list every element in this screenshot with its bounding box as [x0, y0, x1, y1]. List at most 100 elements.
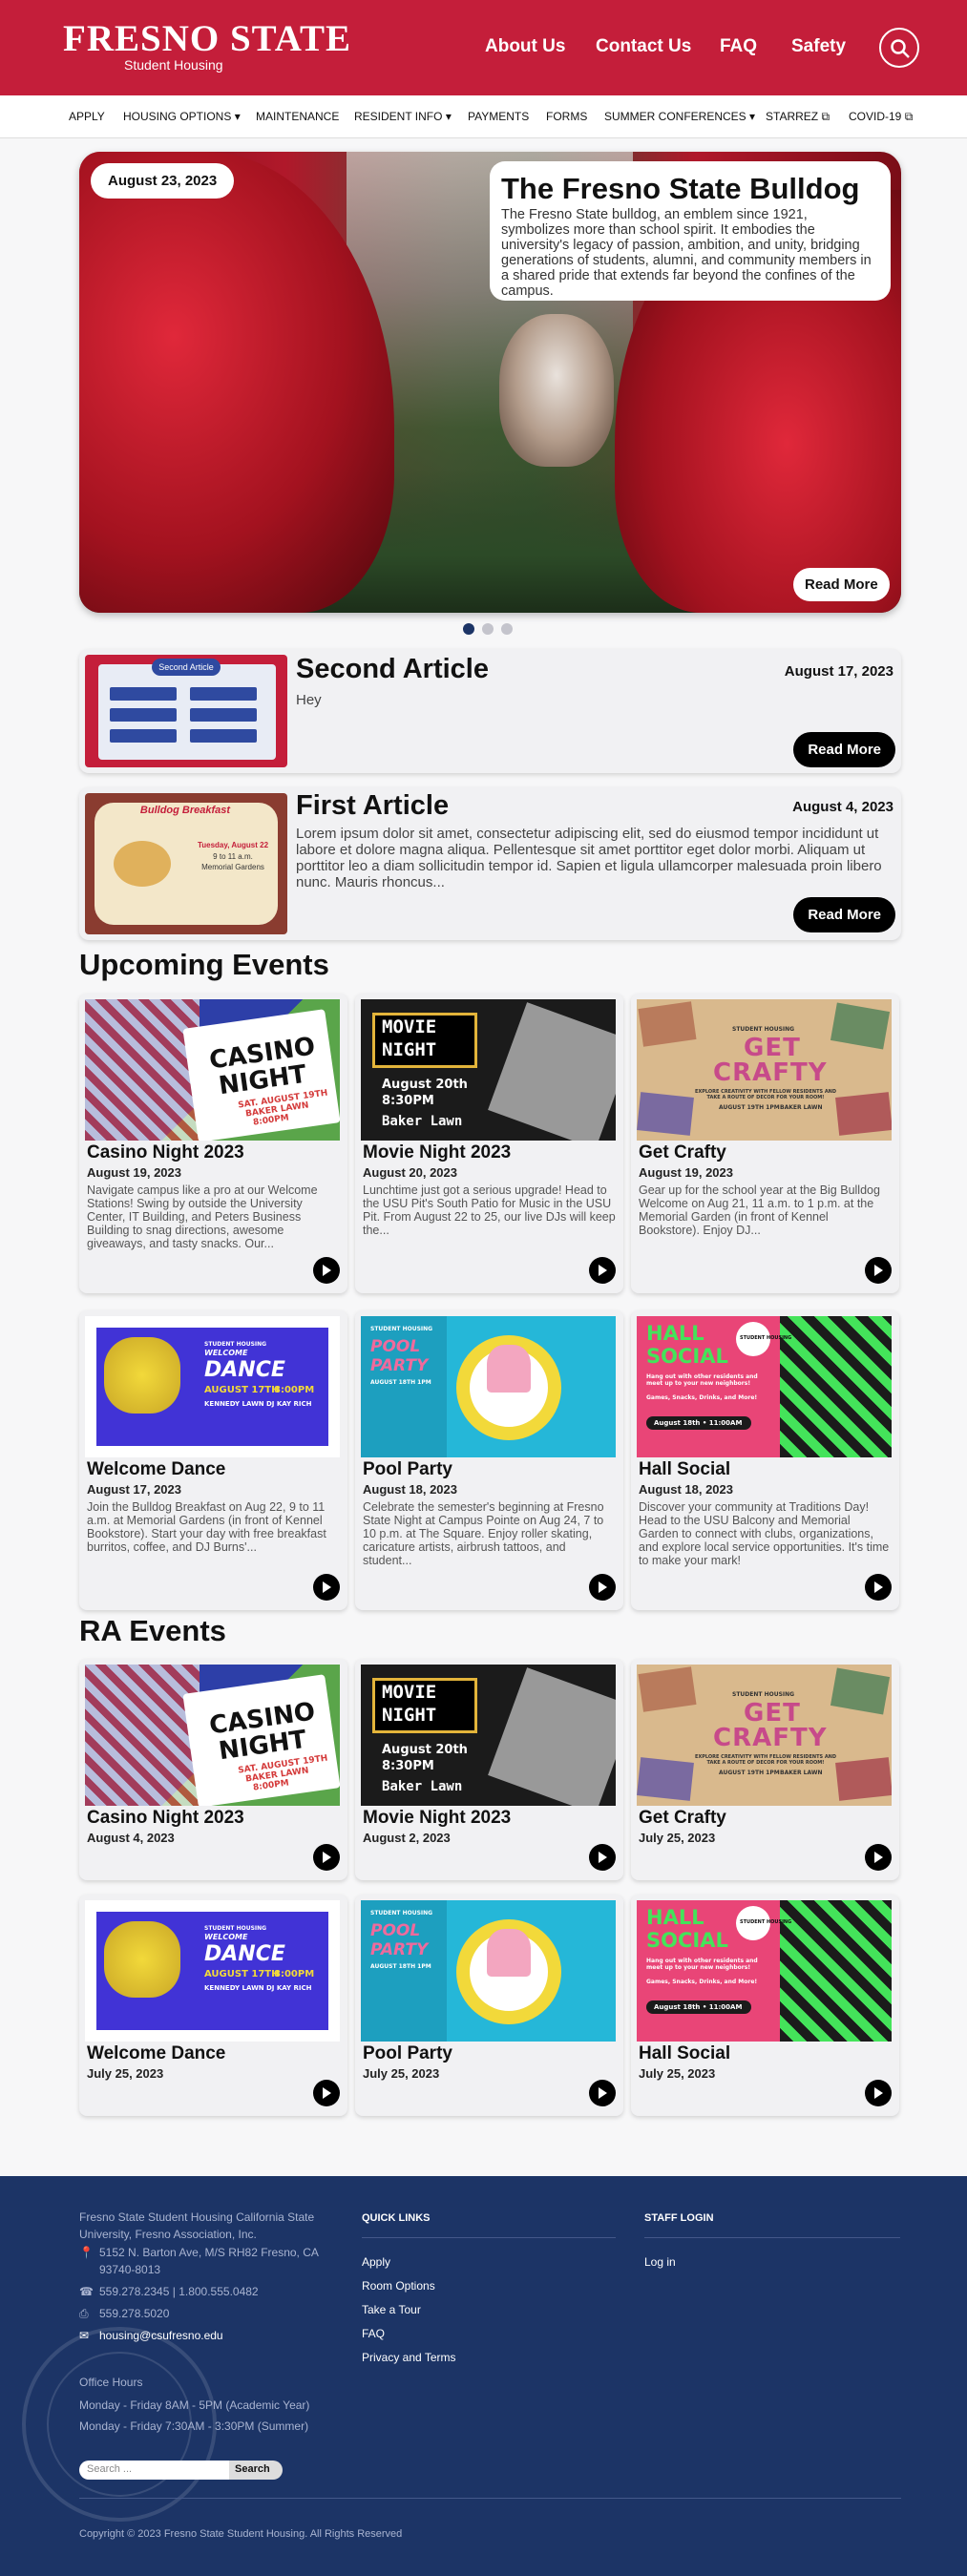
- poster-text: POOL: [370, 1921, 421, 1940]
- event-title[interactable]: Casino Night 2023: [87, 1808, 244, 1829]
- event-card[interactable]: CASINO NIGHT SAT. AUGUST 19TH BAKER LAWN…: [79, 1659, 347, 1880]
- search-button[interactable]: [879, 28, 919, 68]
- poster-text: DJ KAY RICH: [266, 1400, 312, 1408]
- nav-about-us[interactable]: About Us: [485, 36, 565, 57]
- event-title[interactable]: Casino Night 2023: [87, 1142, 244, 1163]
- footer-link-faq[interactable]: FAQ: [362, 2327, 385, 2340]
- footer-search-input[interactable]: Search ...: [79, 2461, 234, 2480]
- article-title[interactable]: First Article: [296, 790, 449, 822]
- event-title[interactable]: Movie Night 2023: [363, 1808, 511, 1829]
- event-title[interactable]: Hall Social: [639, 2043, 730, 2064]
- carousel-dot[interactable]: [501, 623, 513, 635]
- logo-wordmark[interactable]: FRESNO STATE: [63, 17, 351, 60]
- nav-contact-us[interactable]: Contact Us: [596, 36, 691, 57]
- event-card[interactable]: MOVIE NIGHT August 20th 8:30PM Baker Law…: [355, 994, 623, 1293]
- event-card[interactable]: MOVIE NIGHT August 20th 8:30PM Baker Law…: [355, 1659, 623, 1880]
- poster-text: SOCIAL: [646, 1345, 728, 1368]
- article-read-more-button[interactable]: Read More: [793, 897, 895, 932]
- event-open-button[interactable]: [865, 1574, 892, 1601]
- footer-link-take-a-tour[interactable]: Take a Tour: [362, 2303, 421, 2316]
- event-date: August 4, 2023: [87, 1831, 175, 1845]
- poster-text: BAKER LAWN: [780, 1104, 823, 1111]
- event-card[interactable]: STUDENT HOUSING GET CRAFTY EXPLORE CREAT…: [631, 1659, 899, 1880]
- subnav-starrez[interactable]: STARREZ ⧉: [766, 110, 830, 124]
- article-card[interactable]: Bulldog Breakfast Tuesday, August 22 9 t…: [79, 787, 901, 940]
- hero-title[interactable]: The Fresno State Bulldog: [501, 173, 879, 205]
- thumbnail-caption: Second Article: [152, 659, 221, 676]
- event-card[interactable]: STUDENT HOUSING WELCOME DANCE AUGUST 17T…: [79, 1310, 347, 1610]
- event-title[interactable]: Pool Party: [363, 2043, 452, 2064]
- arrow-right-icon: [874, 1265, 883, 1276]
- poster-text: CRAFTY: [713, 1058, 828, 1087]
- arrow-right-icon: [599, 1581, 607, 1593]
- nav-safety[interactable]: Safety: [791, 36, 846, 57]
- poster-text: HALL: [646, 1906, 704, 1929]
- footer-phone[interactable]: 559.278.2345 | 1.800.555.0482: [99, 2283, 259, 2300]
- event-open-button[interactable]: [589, 1844, 616, 1871]
- event-title[interactable]: Get Crafty: [639, 1808, 726, 1829]
- staff-login-link[interactable]: Log in: [644, 2255, 676, 2269]
- subnav-payments[interactable]: PAYMENTS: [468, 110, 529, 123]
- event-open-button[interactable]: [589, 1574, 616, 1601]
- arrow-right-icon: [323, 1581, 331, 1593]
- event-open-button[interactable]: [313, 1574, 340, 1601]
- hero-carousel[interactable]: August 23, 2023 The Fresno State Bulldog…: [79, 152, 901, 613]
- event-open-button[interactable]: [865, 1257, 892, 1284]
- carousel-dot-active[interactable]: [463, 623, 474, 635]
- event-card[interactable]: STUDENT HOUSING POOL PARTY AUGUST 18TH 1…: [355, 1895, 623, 2116]
- poster-text: STUDENT HOUSING: [732, 1691, 795, 1698]
- chevron-down-icon: ▾: [445, 110, 452, 123]
- poster-text: STUDENT HOUSING: [370, 1326, 433, 1332]
- thumbnail-caption: 9 to 11 a.m.: [213, 852, 253, 861]
- event-title[interactable]: Welcome Dance: [87, 2043, 225, 2064]
- poster-text: POOL: [370, 1337, 421, 1356]
- footer-link-privacy[interactable]: Privacy and Terms: [362, 2351, 455, 2364]
- arrow-right-icon: [323, 1265, 331, 1276]
- event-open-button[interactable]: [589, 2080, 616, 2106]
- subnav-covid[interactable]: COVID-19 ⧉: [849, 110, 913, 124]
- event-card[interactable]: STUDENT HOUSING POOL PARTY AUGUST 18TH 1…: [355, 1310, 623, 1610]
- event-title[interactable]: Pool Party: [363, 1459, 452, 1480]
- event-card[interactable]: HALL SOCIAL STUDENT HOUSING Hang out wit…: [631, 1310, 899, 1610]
- logo-subtitle[interactable]: Student Housing: [124, 57, 223, 73]
- footer-search-button[interactable]: Search: [229, 2461, 283, 2480]
- event-card[interactable]: HALL SOCIAL STUDENT HOUSING Hang out wit…: [631, 1895, 899, 2116]
- carousel-dot[interactable]: [482, 623, 494, 635]
- event-card[interactable]: STUDENT HOUSING GET CRAFTY EXPLORE CREAT…: [631, 994, 899, 1293]
- event-title[interactable]: Get Crafty: [639, 1142, 726, 1163]
- event-open-button[interactable]: [313, 1257, 340, 1284]
- subnav-housing-options[interactable]: HOUSING OPTIONS ▾: [123, 110, 241, 123]
- article-read-more-button[interactable]: Read More: [793, 732, 895, 767]
- footer-fax[interactable]: 559.278.5020: [99, 2305, 169, 2322]
- event-open-button[interactable]: [865, 1844, 892, 1871]
- event-open-button[interactable]: [313, 1844, 340, 1871]
- nav-faq[interactable]: FAQ: [720, 36, 757, 57]
- poster-text: PARTY: [370, 1356, 429, 1375]
- event-title[interactable]: Welcome Dance: [87, 1459, 225, 1480]
- article-card[interactable]: Second Article Second Article August 17,…: [79, 649, 901, 773]
- footer-link-apply[interactable]: Apply: [362, 2255, 390, 2269]
- event-title[interactable]: Movie Night 2023: [363, 1142, 511, 1163]
- footer-link-room-options[interactable]: Room Options: [362, 2279, 435, 2293]
- subnav-apply[interactable]: APPLY: [69, 110, 105, 123]
- event-open-button[interactable]: [589, 1257, 616, 1284]
- subnav-summer-conferences[interactable]: SUMMER CONFERENCES ▾: [604, 110, 755, 123]
- poster-text: AUGUST 19TH 1PM: [719, 1770, 780, 1776]
- subnav-maintenance[interactable]: MAINTENANCE: [256, 110, 339, 123]
- subnav-forms[interactable]: FORMS: [546, 110, 587, 123]
- event-title[interactable]: Hall Social: [639, 1459, 730, 1480]
- article-title[interactable]: Second Article: [296, 654, 489, 685]
- article-excerpt: Hey: [296, 692, 322, 708]
- hero-read-more-button[interactable]: Read More: [793, 568, 890, 601]
- poster-text: EXPLORE CREATIVITY WITH FELLOW RESIDENTS…: [694, 1754, 837, 1766]
- event-card[interactable]: CASINO NIGHT SAT. AUGUST 19TH BAKER LAWN…: [79, 994, 347, 1293]
- subnav-resident-info[interactable]: RESIDENT INFO ▾: [354, 110, 452, 123]
- event-card[interactable]: STUDENT HOUSING WELCOME DANCE AUGUST 17T…: [79, 1895, 347, 2116]
- arrow-right-icon: [323, 2087, 331, 2099]
- event-date: August 19, 2023: [639, 1165, 733, 1180]
- event-open-button[interactable]: [865, 2080, 892, 2106]
- article-date: August 4, 2023: [792, 799, 893, 815]
- event-open-button[interactable]: [313, 2080, 340, 2106]
- footer-email[interactable]: housing@csufresno.edu: [99, 2327, 223, 2344]
- email-icon: ✉: [79, 2329, 90, 2342]
